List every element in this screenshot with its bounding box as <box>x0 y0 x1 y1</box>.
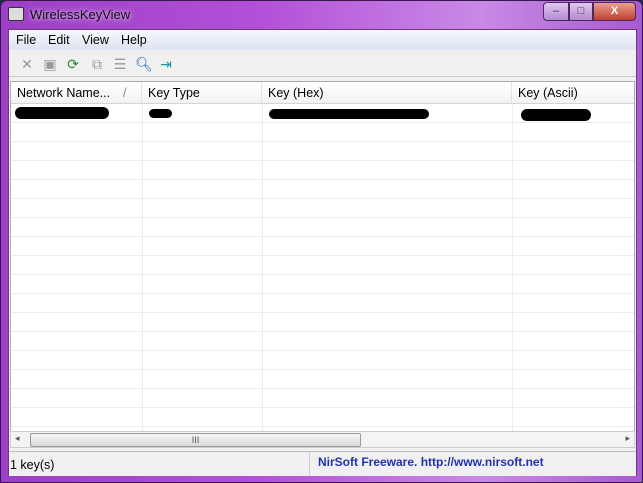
table-row[interactable] <box>11 180 634 199</box>
client-area: File Edit View Help ✕ ▣ ⟳ ⧉ ☰ 🔍︎ ⇥ Netwo… <box>8 29 637 476</box>
minimize-button[interactable]: – <box>543 2 569 21</box>
redacted-network-name <box>15 107 109 119</box>
copy-icon[interactable]: ⧉ <box>88 55 106 73</box>
title-bar[interactable]: WirelessKeyView – □ X <box>1 1 642 29</box>
app-icon <box>8 7 24 21</box>
menu-view[interactable]: View <box>82 33 109 47</box>
close-button[interactable]: X <box>593 2 636 21</box>
column-network-name[interactable]: Network Name... / <box>11 82 142 104</box>
column-label: Network Name... <box>17 86 111 100</box>
table-row[interactable] <box>11 275 634 294</box>
window-title: WirelessKeyView <box>30 7 131 22</box>
exit-icon[interactable]: ⇥ <box>157 55 175 73</box>
table-row[interactable] <box>11 161 634 180</box>
table-row[interactable] <box>11 294 634 313</box>
column-divider <box>512 104 513 431</box>
toolbar: ✕ ▣ ⟳ ⧉ ☰ 🔍︎ ⇥ <box>9 51 636 77</box>
table-row[interactable] <box>11 370 634 389</box>
maximize-button[interactable]: □ <box>569 2 593 21</box>
menu-edit[interactable]: Edit <box>48 33 70 47</box>
status-key-count: 1 key(s) <box>10 458 55 472</box>
horizontal-scrollbar[interactable]: ◂ III ▸ <box>10 431 635 448</box>
list-header: Network Name... / Key Type Key (Hex) Key … <box>11 82 634 104</box>
redacted-key-ascii <box>521 109 591 121</box>
refresh-icon[interactable]: ⟳ <box>64 55 82 73</box>
sort-indicator-icon: / <box>123 86 127 100</box>
menu-help[interactable]: Help <box>121 33 147 47</box>
keys-list[interactable]: Network Name... / Key Type Key (Hex) Key … <box>10 81 635 432</box>
column-key-ascii[interactable]: Key (Ascii) <box>512 82 634 104</box>
column-divider <box>262 104 263 431</box>
nirsoft-link[interactable]: NirSoft Freeware. http://www.nirsoft.net <box>309 452 544 476</box>
column-key-hex[interactable]: Key (Hex) <box>262 82 512 104</box>
delete-icon[interactable]: ✕ <box>18 55 36 73</box>
table-row[interactable] <box>11 237 634 256</box>
properties-icon[interactable]: ☰ <box>111 55 129 73</box>
table-row[interactable] <box>11 313 634 332</box>
table-row[interactable] <box>11 218 634 237</box>
menu-bar: File Edit View Help <box>9 30 636 50</box>
column-key-type[interactable]: Key Type <box>142 82 262 104</box>
redacted-key-type <box>149 109 172 118</box>
table-row[interactable] <box>11 332 634 351</box>
scroll-left-icon[interactable]: ◂ <box>15 433 20 444</box>
table-row[interactable] <box>11 408 634 427</box>
table-row[interactable] <box>11 123 634 142</box>
column-divider <box>142 104 143 431</box>
redacted-key-hex <box>269 109 429 119</box>
main-window: WirelessKeyView – □ X File Edit View Hel… <box>0 0 643 483</box>
search-icon[interactable]: 🔍︎ <box>135 55 153 73</box>
menu-file[interactable]: File <box>16 33 36 47</box>
table-row[interactable] <box>11 142 634 161</box>
save-icon[interactable]: ▣ <box>41 55 59 73</box>
status-bar: 1 key(s) NirSoft Freeware. http://www.ni… <box>9 451 636 476</box>
table-row[interactable] <box>11 351 634 370</box>
scroll-thumb[interactable]: III <box>30 433 361 447</box>
table-row[interactable] <box>11 389 634 408</box>
table-row[interactable] <box>11 256 634 275</box>
table-row[interactable] <box>11 199 634 218</box>
scroll-right-icon[interactable]: ▸ <box>625 433 630 444</box>
